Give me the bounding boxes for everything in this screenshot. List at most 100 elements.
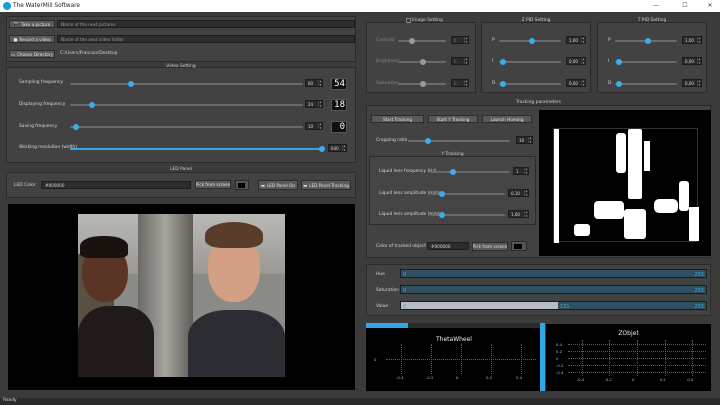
- theta-plot-title: ThetaWheel: [436, 336, 472, 343]
- saturation-range-slider[interactable]: 0 255: [400, 285, 707, 294]
- liquid-freq-slider[interactable]: [430, 169, 510, 175]
- liquid-freq-spinbox[interactable]: 1 ▴ ▾: [513, 167, 529, 175]
- spin-arrows-icon: ▴ ▾: [464, 57, 468, 65]
- working-resolution-slider[interactable]: [70, 146, 325, 152]
- t-pid-p-handle[interactable]: [645, 38, 651, 44]
- spin-arrows-icon: ▴ ▾: [464, 36, 468, 44]
- t-pid-d-handle[interactable]: [616, 81, 622, 87]
- contrast-slider[interactable]: [398, 38, 446, 44]
- z-pid-d-slider[interactable]: [499, 81, 561, 87]
- video-name-input[interactable]: Name of the next video folder: [57, 35, 355, 43]
- z-pid-i-label: I: [492, 59, 494, 64]
- y-tick-label: -0.4: [556, 370, 564, 376]
- z-pid-p-slider[interactable]: [499, 38, 561, 44]
- liquid-amp-slider[interactable]: [430, 191, 505, 197]
- brightness-spinbox[interactable]: 0 ▴ ▾: [451, 57, 469, 65]
- t-pid-d-label: D: [608, 81, 612, 86]
- displaying-slider[interactable]: [70, 102, 303, 108]
- choose-directory-button[interactable]: ▭ Choose Directory: [9, 50, 55, 58]
- saturation-setting-spinbox[interactable]: 0 ▴ ▾: [451, 79, 469, 87]
- liquid-amp2-spinbox[interactable]: 1,00 ▴ ▾: [508, 210, 529, 218]
- working-resolution-handle[interactable]: [319, 146, 325, 152]
- maximize-button[interactable]: ☐: [678, 1, 692, 11]
- led-color-swatch[interactable]: [235, 180, 249, 190]
- working-resolution-spinbox[interactable]: 640 ▴ ▾: [328, 144, 347, 152]
- z-pid-p-spinbox[interactable]: 1,00 ▴ ▾: [566, 36, 586, 44]
- t-pid-d-slider[interactable]: [615, 81, 677, 87]
- liquid-amp2-slider[interactable]: [430, 212, 505, 218]
- tracked-color-swatch[interactable]: [511, 241, 527, 251]
- contrast-spinbox[interactable]: 0 ▴ ▾: [451, 36, 469, 44]
- liquid-amp-handle[interactable]: [439, 191, 445, 197]
- take-picture-button[interactable]: 📷 Take a picture: [9, 20, 55, 28]
- displaying-handle[interactable]: [89, 102, 95, 108]
- t-pid-d-spinbox[interactable]: 0,00 ▴ ▾: [682, 79, 702, 87]
- led-panel-tracking-button[interactable]: ▬ LED Panel Tracking: [301, 180, 351, 190]
- cropping-spinbox[interactable]: 10 ▴ ▾: [516, 136, 533, 144]
- cropping-handle[interactable]: [425, 138, 431, 144]
- saving-slider[interactable]: [70, 124, 303, 130]
- t-pid-i-spinbox[interactable]: 0,00 ▴ ▾: [682, 57, 702, 65]
- z-pid-p-label: P: [492, 38, 495, 43]
- launch-homing-button[interactable]: Launch Homing: [482, 115, 532, 123]
- tracked-color-input[interactable]: #000000: [427, 242, 469, 250]
- saving-handle[interactable]: [73, 124, 79, 130]
- y-tick-label: 0: [556, 356, 559, 361]
- z-pid-i-handle[interactable]: [500, 59, 506, 65]
- saving-spinbox[interactable]: 10 ▴ ▾: [305, 122, 323, 130]
- spin-arrows-icon: ▴ ▾: [524, 210, 528, 218]
- led-color-input[interactable]: #000000: [41, 181, 191, 189]
- camera-icon: 📷: [13, 21, 20, 26]
- liquid-freq-handle[interactable]: [450, 169, 456, 175]
- value-range-slider[interactable]: 0 131 255: [400, 301, 707, 310]
- led-panel-on-button[interactable]: ▬ LED Panel On: [258, 180, 298, 190]
- z-pid-d-handle[interactable]: [500, 81, 506, 87]
- saturation-setting-handle[interactable]: [420, 81, 426, 87]
- z-pid-i-spinbox[interactable]: 0,00 ▴ ▾: [566, 57, 586, 65]
- brightness-label: Brightness: [376, 59, 400, 64]
- saturation-setting-slider[interactable]: [398, 81, 446, 87]
- led-pick-from-screen-button[interactable]: Pick from screen: [195, 180, 231, 189]
- start-y-tracking-button[interactable]: Start Y Tracking: [428, 115, 478, 123]
- minimize-button[interactable]: —: [649, 1, 663, 11]
- spin-arrows-icon: ▴ ▾: [524, 167, 528, 175]
- t-pid-p-slider[interactable]: [615, 38, 677, 44]
- z-pid-p-handle[interactable]: [529, 38, 535, 44]
- sampling-spinbox[interactable]: 60 ▴ ▾: [305, 79, 323, 87]
- start-tracking-button[interactable]: Start Tracking: [371, 115, 424, 123]
- mask-blob: [689, 207, 699, 241]
- x-tick-label: 0.4: [516, 375, 523, 380]
- theta-wheel-plot: ThetaWheel -0.4 -0.2 0 0.2 0.4 0: [366, 328, 542, 391]
- plot-splitter[interactable]: [540, 323, 545, 391]
- z-pid-i-slider[interactable]: [499, 59, 561, 65]
- close-button[interactable]: ✕: [703, 1, 717, 11]
- saturation-label: Saturation: [376, 288, 399, 293]
- sampling-handle[interactable]: [128, 81, 134, 87]
- hue-range-slider[interactable]: 0 255: [400, 269, 707, 278]
- t-pid-i-handle[interactable]: [616, 59, 622, 65]
- brightness-handle[interactable]: [420, 59, 426, 65]
- image-setting-checkbox[interactable]: [406, 18, 411, 23]
- displaying-label: Displaying frequency: [19, 102, 66, 107]
- x-tick-label: 0: [456, 375, 459, 380]
- displaying-display: 18: [331, 99, 347, 111]
- record-video-button[interactable]: ■ Record a video: [9, 35, 55, 43]
- mask-blob: [554, 129, 559, 243]
- t-pid-p-spinbox[interactable]: 1,00 ▴ ▾: [682, 36, 702, 44]
- brightness-slider[interactable]: [398, 59, 446, 65]
- contrast-handle[interactable]: [409, 38, 415, 44]
- hue-label: Hue: [376, 272, 385, 277]
- value-mid-value: 131: [560, 303, 570, 310]
- displaying-spinbox[interactable]: 24 ▴ ▾: [305, 100, 323, 108]
- sampling-slider[interactable]: [70, 81, 303, 87]
- liquid-amp-spinbox[interactable]: 0,10 ▴ ▾: [508, 189, 529, 197]
- z-pid-d-spinbox[interactable]: 0,00 ▴ ▾: [566, 79, 586, 87]
- picture-name-input[interactable]: Name of the next pictures: [57, 20, 355, 28]
- t-pid-i-slider[interactable]: [615, 59, 677, 65]
- tracked-pick-from-screen-button[interactable]: Pick from screen: [472, 242, 508, 251]
- x-tick-label: -0.4: [576, 377, 585, 382]
- app-logo-icon: [3, 2, 11, 10]
- cropping-slider[interactable]: [408, 138, 510, 144]
- liquid-amp2-handle[interactable]: [439, 212, 445, 218]
- saving-label: Saving frequency: [19, 124, 58, 129]
